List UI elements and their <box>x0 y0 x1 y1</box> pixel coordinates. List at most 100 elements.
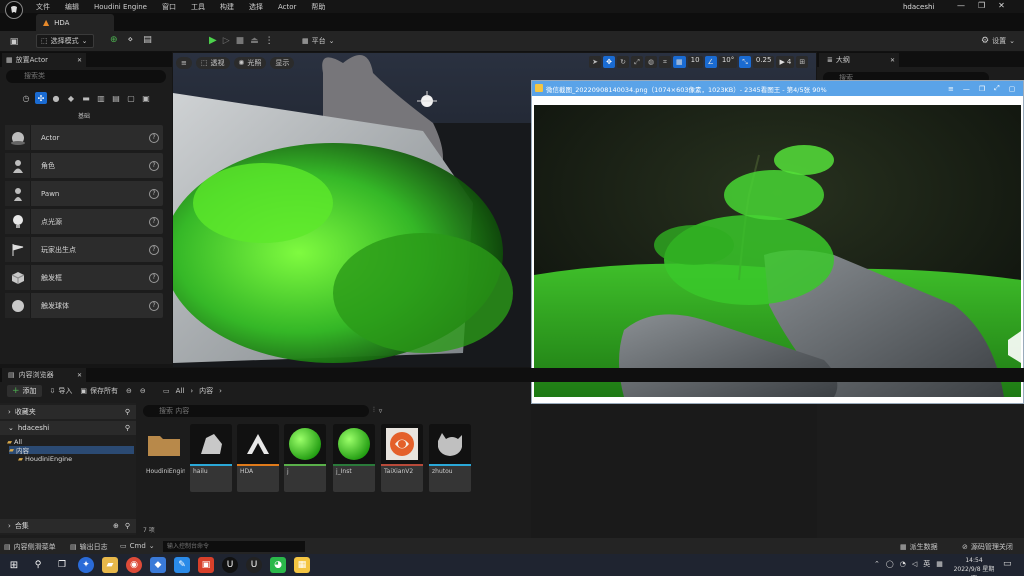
menu-file[interactable]: 文件 <box>36 2 50 12</box>
volume-icon[interactable]: ◁ <box>912 560 917 568</box>
collections-header[interactable]: › 合集 ⊕ ⚲ <box>0 519 136 533</box>
scale-snap-toggle[interactable]: ⤡ <box>739 56 751 68</box>
tab-hda-level[interactable]: ▲ HDA <box>36 14 114 31</box>
perspective-button[interactable]: ⬚ 透视 <box>195 57 230 69</box>
actor-item-player-start[interactable]: 玩家出生点 ? <box>5 237 163 262</box>
add-content-icon[interactable]: ⊕ <box>110 35 118 45</box>
tab-place-actors[interactable]: ▦ 放置Actor ✕ <box>2 53 86 67</box>
breadcrumb-content[interactable]: 内容 <box>199 386 213 396</box>
windows-start-icon[interactable]: ⊞ <box>6 557 22 573</box>
clock[interactable]: 14:54 2022/9/8 星期四 <box>952 556 996 576</box>
menu-select[interactable]: 选择 <box>249 2 263 12</box>
maximize-viewport-icon[interactable]: ⊞ <box>796 56 809 68</box>
app-cube-icon[interactable]: ◆ <box>150 557 166 573</box>
platforms-dropdown[interactable]: ▦ 平台 ⌄ <box>298 34 339 48</box>
viewport-menu-icon[interactable]: ≡ <box>176 57 192 69</box>
search-icon[interactable]: ⚲ <box>125 522 130 530</box>
fullscreen-icon[interactable]: ⤢ <box>994 84 1000 93</box>
menu-tools[interactable]: 工具 <box>191 2 205 12</box>
tab-outliner[interactable]: ≣ 大纲 ✕ <box>819 53 899 67</box>
filter-dropdown-icon[interactable]: ▿ <box>379 407 383 415</box>
search-icon[interactable]: ⚲ <box>125 408 130 416</box>
asset-mesh-zhutou[interactable]: zhutou <box>429 424 471 492</box>
grid-snap-value[interactable]: 10 <box>687 56 703 68</box>
app-feather-icon[interactable]: ✎ <box>174 557 190 573</box>
close-icon[interactable]: ✕ <box>77 372 82 379</box>
app-photo-icon[interactable]: ▣ <box>198 557 214 573</box>
asset-folder-houdini-engine[interactable]: HoudiniEngine <box>143 424 185 492</box>
file-explorer-icon[interactable]: ▰ <box>102 557 118 573</box>
derived-data-button[interactable]: ▦ 派生数据 <box>900 542 938 552</box>
chevron-up-icon[interactable]: ⌃ <box>874 560 880 568</box>
move-tool-icon[interactable]: ✥ <box>603 56 615 68</box>
task-view-icon[interactable]: ❐ <box>54 557 70 573</box>
step-icon[interactable]: ▷ <box>223 36 230 46</box>
import-button[interactable]: ⇩ 导入 <box>50 386 73 396</box>
close-icon[interactable]: ✕ <box>77 57 82 64</box>
actor-item-point-light[interactable]: 点光源 ? <box>5 209 163 234</box>
help-icon[interactable]: ? <box>149 272 159 283</box>
asset-hda[interactable]: HDA <box>237 424 279 492</box>
rotation-snap-toggle[interactable]: ∠ <box>704 56 717 68</box>
help-icon[interactable]: ? <box>149 300 159 311</box>
eject-icon[interactable]: ⏏ <box>250 36 259 46</box>
image-viewer-window[interactable]: 微信截图_20220908140034.png（1074×603像素，1023K… <box>531 80 1024 404</box>
settings-dropdown[interactable]: ⚙ 设置 ⌄ <box>977 34 1019 48</box>
close-button[interactable]: ✕ <box>998 1 1005 10</box>
help-icon[interactable]: ? <box>149 160 159 171</box>
wifi-icon[interactable]: ◔ <box>900 560 906 568</box>
maximize-button[interactable]: ❐ <box>978 1 985 10</box>
clipboard-icon[interactable]: ▦ <box>936 560 943 568</box>
menu-actor[interactable]: Actor <box>278 3 296 11</box>
minimize-button[interactable]: — <box>957 1 965 10</box>
scale-tool-icon[interactable]: ⤢ <box>631 56 643 68</box>
lights-icon[interactable]: ● <box>50 92 62 104</box>
help-icon[interactable]: ? <box>149 216 159 227</box>
actor-item-actor[interactable]: Actor ? <box>5 125 163 150</box>
output-log-button[interactable]: ▤ 输出日志 <box>70 542 108 552</box>
basic-icon[interactable]: ✣ <box>35 92 47 104</box>
volumes-icon[interactable]: ▤ <box>110 92 122 104</box>
menu-help[interactable]: 帮助 <box>311 2 325 12</box>
play-icon[interactable]: ▶ <box>209 35 217 46</box>
mode-select-dropdown[interactable]: ⬚ 选择模式 ⌄ <box>36 34 94 48</box>
geometry-icon[interactable]: ▢ <box>125 92 137 104</box>
rotation-snap-value[interactable]: 10° <box>718 56 738 68</box>
save-all-button[interactable]: ▣ 保存所有 <box>80 386 118 396</box>
cinematics-icon[interactable]: ▤ <box>143 35 152 45</box>
tab-content-browser[interactable]: ▤ 内容浏览器 ✕ <box>2 368 86 382</box>
scale-snap-value[interactable]: 0.25 <box>752 56 775 68</box>
show-button[interactable]: 显示 <box>270 57 295 69</box>
more-options-icon[interactable]: ⋮ <box>265 36 274 46</box>
actor-item-character[interactable]: 角色 ? <box>5 153 163 178</box>
forward-icon[interactable]: ⊖ <box>140 387 146 395</box>
shapes-icon[interactable]: ◆ <box>65 92 77 104</box>
cinematic-icon[interactable]: ▬ <box>80 92 92 104</box>
restore-icon[interactable]: ❐ <box>979 85 985 93</box>
add-button[interactable]: + 添加 <box>7 385 42 397</box>
save-icon[interactable]: ▣ <box>8 36 20 48</box>
menu-window[interactable]: 窗口 <box>162 2 176 12</box>
notification-icon[interactable]: ▭ <box>1003 559 1012 569</box>
console-command-input[interactable]: 输入控制台命令 <box>163 541 305 552</box>
camera-speed-button[interactable]: ▶ 4 <box>776 56 795 68</box>
minimize-icon[interactable]: — <box>963 85 970 93</box>
grid-snap-toggle[interactable]: ▦ <box>673 56 686 68</box>
content-search-input[interactable]: 搜索 内容 <box>143 405 369 417</box>
tree-item-houdini-engine[interactable]: ▰ HoudiniEngine <box>18 455 72 463</box>
asset-texture-taixianv2[interactable]: TaiXianV2 <box>381 424 423 492</box>
app-blue-icon[interactable]: ✦ <box>78 557 94 573</box>
visual-effects-icon[interactable]: ▥ <box>95 92 107 104</box>
ime-indicator[interactable]: 英 <box>923 559 930 569</box>
menu-build[interactable]: 构建 <box>220 2 234 12</box>
help-icon[interactable]: ? <box>149 244 159 255</box>
cmd-dropdown[interactable]: ▭ Cmd ⌄ <box>120 542 155 550</box>
unreal-engine-icon[interactable]: U <box>222 557 238 573</box>
chrome-icon[interactable]: ◉ <box>126 557 142 573</box>
actor-item-trigger-box[interactable]: 触发框 ? <box>5 265 163 290</box>
recent-icon[interactable]: ◷ <box>20 92 32 104</box>
all-classes-icon[interactable]: ▣ <box>140 92 152 104</box>
stop-icon[interactable]: ■ <box>236 36 245 46</box>
breadcrumb-all[interactable]: All <box>176 387 185 395</box>
actor-item-trigger-sphere[interactable]: 触发球体 ? <box>5 293 163 318</box>
